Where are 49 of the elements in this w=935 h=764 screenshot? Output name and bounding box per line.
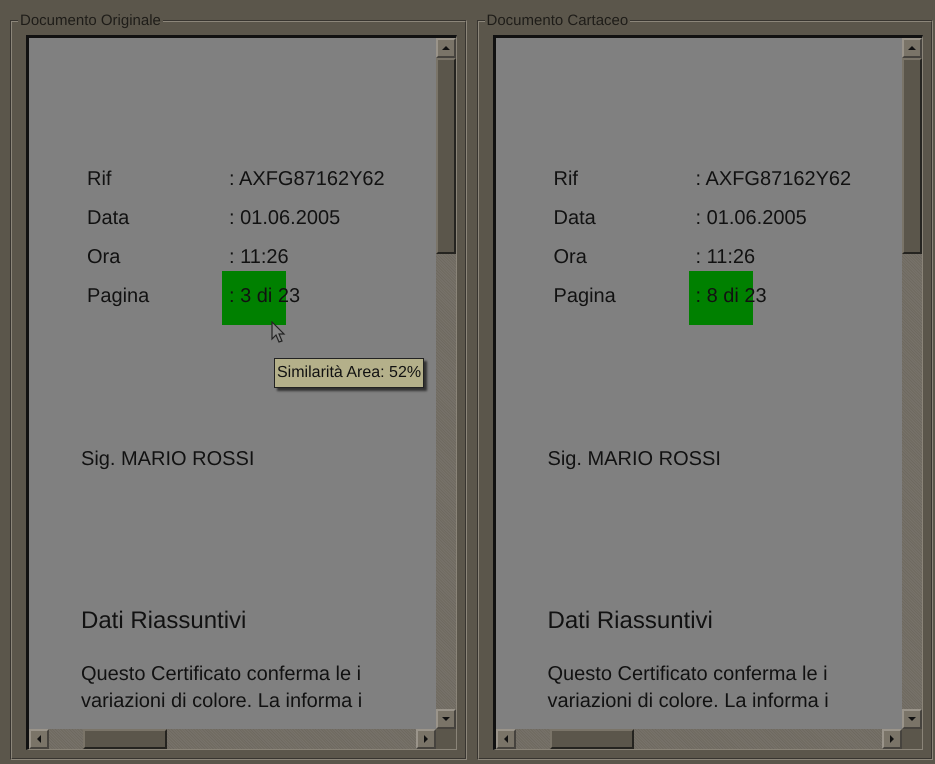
group-title: Documento Originale — [19, 12, 162, 29]
arrow-up-icon — [908, 44, 916, 52]
arrow-left-icon — [35, 735, 43, 743]
scroll-right-button[interactable] — [882, 729, 902, 749]
field-label: Data — [554, 206, 597, 231]
paragraph: Questo Certificato conferma le i variazioni di colore. La informa i — [548, 662, 830, 714]
field-value: : 01.06.2005 — [696, 206, 807, 231]
group-title: Documento Cartaceo — [486, 12, 630, 29]
scroll-right-button[interactable] — [416, 729, 436, 749]
arrow-down-icon — [908, 715, 916, 723]
scroll-thumb[interactable] — [436, 58, 456, 254]
field-value: : 11:26 — [696, 245, 756, 270]
recipient-name: Sig. MARIO ROSSI — [548, 448, 722, 471]
field-label: Data — [87, 206, 130, 231]
scroll-down-button[interactable] — [436, 709, 456, 729]
field-label: Pagina — [554, 284, 617, 309]
vertical-scrollbar[interactable] — [902, 38, 922, 729]
scroll-up-button[interactable] — [902, 38, 922, 58]
recipient-name: Sig. MARIO ROSSI — [81, 448, 256, 471]
horizontal-scrollbar[interactable] — [29, 729, 436, 749]
scroll-thumb[interactable] — [550, 729, 634, 749]
arrow-up-icon — [442, 44, 450, 52]
horizontal-scrollbar[interactable] — [496, 729, 902, 749]
field-label: Ora — [87, 245, 122, 270]
scroll-down-button[interactable] — [902, 709, 922, 729]
field-value: : 01.06.2005 — [229, 206, 340, 231]
field-value: : 11:26 — [229, 245, 289, 270]
field-label: Ora — [554, 245, 588, 270]
scroll-thumb[interactable] — [83, 729, 167, 749]
arrow-down-icon — [442, 715, 450, 723]
paragraph: Questo Certificato conferma le i variazioni di colore. La informa i — [81, 662, 364, 714]
section-heading: Dati Riassuntivi — [548, 607, 714, 635]
scrollbar-corner — [436, 729, 456, 749]
arrow-right-icon — [888, 735, 896, 743]
scroll-left-button[interactable] — [29, 729, 49, 749]
arrow-right-icon — [422, 735, 430, 743]
field-value: : AXFG87162Y62 — [696, 167, 852, 192]
scroll-up-button[interactable] — [436, 38, 456, 58]
scrollbar-corner — [902, 729, 922, 749]
vertical-scrollbar[interactable] — [436, 38, 456, 729]
arrow-left-icon — [502, 735, 510, 743]
tooltip: Similarità Area: 52% — [274, 358, 424, 388]
scroll-thumb[interactable] — [902, 58, 922, 254]
field-label: Pagina — [87, 284, 150, 309]
field-value: : AXFG87162Y62 — [229, 167, 385, 192]
section-heading: Dati Riassuntivi — [81, 607, 248, 635]
field-label: Rif — [554, 167, 579, 192]
scroll-left-button[interactable] — [496, 729, 516, 749]
field-label: Rif — [87, 167, 112, 192]
